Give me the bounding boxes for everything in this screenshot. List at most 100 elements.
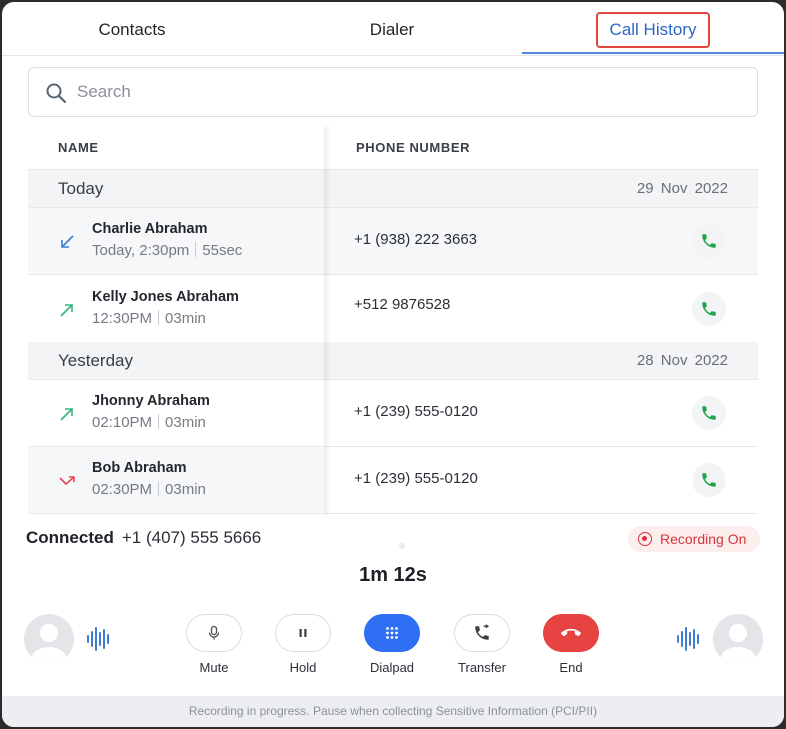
- contact-name: Charlie Abraham: [92, 221, 208, 237]
- meta-divider: [195, 242, 197, 257]
- section-header-yesterday: Yesterday: [28, 342, 324, 380]
- hold-button[interactable]: [275, 614, 331, 652]
- recording-notice: Recording in progress. Pause when collec…: [2, 696, 784, 727]
- search-icon: [46, 83, 67, 104]
- section-date: 29 Nov 2022: [636, 180, 728, 197]
- phone-number: +1 (938) 222 3663: [354, 231, 478, 248]
- search-box: [28, 67, 758, 117]
- dialpad-button[interactable]: [364, 614, 420, 652]
- call-time: 02:10PM: [92, 414, 153, 431]
- active-tab-indicator: [522, 52, 784, 54]
- call-status-bar: Connected +1 (407) 555 5666: [26, 528, 261, 548]
- section-label: Yesterday: [58, 351, 133, 370]
- call-app-window: Contacts Dialer Call History PHONE NUMBE…: [2, 2, 784, 727]
- mute-label: Mute: [199, 660, 229, 675]
- active-call-number: +1 (407) 555 5666: [121, 528, 262, 547]
- hang-up-icon: [561, 628, 581, 637]
- recording-label: Recording On: [660, 531, 747, 547]
- recording-badge[interactable]: Recording On: [628, 526, 760, 552]
- phone-icon: [702, 406, 716, 420]
- call-duration: 55sec: [202, 242, 243, 259]
- call-time: Today, 2:30pm: [92, 242, 190, 259]
- table-row[interactable]: Jhonny Abraham 02:10PM 03min: [28, 380, 324, 447]
- call-duration: 03min: [165, 481, 206, 498]
- pause-icon: [299, 629, 307, 637]
- phone-icon: [702, 302, 716, 316]
- phone-number: +512 9876528: [354, 296, 451, 313]
- table-row[interactable]: Kelly Jones Abraham 12:30PM 03min: [28, 276, 324, 343]
- phone-number: +1 (239) 555-0120: [354, 470, 478, 487]
- dialpad-icon: [386, 627, 398, 639]
- end-control: End: [541, 614, 601, 675]
- call-button[interactable]: [692, 396, 726, 430]
- transfer-label: Transfer: [458, 660, 506, 675]
- phone-number: +1 (239) 555-0120: [354, 403, 478, 420]
- contact-name: Jhonny Abraham: [92, 393, 210, 409]
- section-header-yesterday: 28 Nov 2022: [324, 342, 758, 380]
- table-header: NAME: [28, 126, 324, 170]
- table-row[interactable]: +1 (239) 555-0120: [324, 380, 758, 447]
- call-status: Connected: [26, 528, 114, 547]
- table-row[interactable]: Charlie Abraham Today, 2:30pm 55sec: [28, 208, 324, 275]
- call-duration: 03min: [165, 310, 206, 327]
- dialpad-control: Dialpad: [362, 614, 422, 675]
- contact-name: Bob Abraham: [92, 460, 187, 476]
- table-row[interactable]: +1 (938) 222 3663: [324, 208, 758, 275]
- call-meta: 12:30PM 03min: [92, 310, 206, 327]
- table-row[interactable]: +1 (239) 555-0120: [324, 447, 758, 514]
- mute-control: Mute: [184, 614, 244, 675]
- table-row[interactable]: +512 9876528: [324, 276, 758, 343]
- transfer-button[interactable]: [454, 614, 510, 652]
- call-meta: Today, 2:30pm 55sec: [92, 242, 242, 259]
- microphone-icon: [208, 625, 220, 640]
- call-button[interactable]: [692, 224, 726, 258]
- end-label: End: [559, 660, 583, 675]
- call-button[interactable]: [692, 292, 726, 326]
- phone-icon: [702, 234, 716, 248]
- call-timer: 1m 12s: [359, 564, 427, 586]
- agent-avatar: [713, 614, 763, 664]
- meta-divider: [158, 414, 160, 429]
- table-row[interactable]: Bob Abraham 02:30PM 03min: [28, 447, 324, 514]
- pager-dot: [399, 543, 405, 549]
- meta-divider: [158, 310, 160, 325]
- audio-waveform-icon: [87, 627, 109, 651]
- hold-control: Hold: [273, 614, 333, 675]
- column-header-phone: PHONE NUMBER: [356, 140, 471, 155]
- call-time: 12:30PM: [92, 310, 153, 327]
- contact-name: Kelly Jones Abraham: [92, 289, 239, 305]
- phone-icon: [702, 473, 716, 487]
- incoming-call-icon: [61, 235, 74, 248]
- tab-dialer[interactable]: Dialer: [312, 12, 472, 48]
- section-label: Today: [58, 179, 104, 198]
- tab-call-history-label: Call History: [595, 12, 711, 48]
- tab-contacts[interactable]: Contacts: [52, 12, 212, 48]
- outgoing-call-icon: [60, 304, 73, 317]
- tab-call-history[interactable]: Call History: [522, 12, 784, 48]
- missed-call-icon: [59, 476, 75, 486]
- user-icon: [32, 624, 66, 664]
- dialpad-label: Dialpad: [369, 660, 415, 675]
- section-header-today: Today: [28, 170, 324, 208]
- call-meta: 02:10PM 03min: [92, 414, 206, 431]
- audio-waveform-icon: [677, 627, 699, 651]
- transfer-control: Transfer: [452, 614, 512, 675]
- tab-bar: Contacts Dialer Call History: [2, 2, 784, 56]
- call-button[interactable]: [692, 463, 726, 497]
- call-time: 02:30PM: [92, 481, 153, 498]
- meta-divider: [158, 481, 160, 496]
- record-icon: [638, 532, 652, 546]
- section-date: 28 Nov 2022: [636, 352, 728, 369]
- caller-avatar: [24, 614, 74, 664]
- call-meta: 02:30PM 03min: [92, 481, 206, 498]
- column-header-name: NAME: [58, 140, 99, 155]
- phone-transfer-icon: [475, 624, 490, 640]
- user-icon: [721, 624, 755, 664]
- mute-button[interactable]: [186, 614, 242, 652]
- name-column: NAME Today Charlie Abraham Today, 2:30pm…: [28, 126, 324, 516]
- table-header: PHONE NUMBER: [324, 126, 758, 170]
- call-history-table: PHONE NUMBER 29 Nov 2022 +1 (938) 222 36…: [28, 126, 758, 516]
- end-call-button[interactable]: [543, 614, 599, 652]
- search-input[interactable]: [77, 77, 737, 107]
- call-duration: 03min: [165, 414, 206, 431]
